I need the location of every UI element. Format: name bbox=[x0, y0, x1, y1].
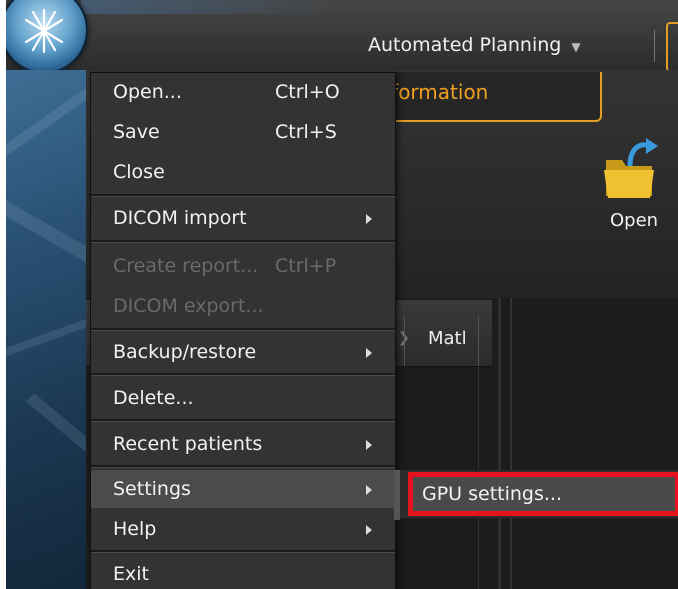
submenu-arrow-icon bbox=[366, 440, 372, 450]
menu-item-save[interactable]: Save Ctrl+S bbox=[91, 113, 395, 151]
open-folder-icon bbox=[604, 138, 658, 198]
menu-item-label: Save bbox=[113, 121, 160, 143]
app-logo-icon bbox=[24, 8, 64, 54]
submenu-arrow-icon bbox=[366, 214, 372, 224]
menu-item-dicom-import[interactable]: DICOM import bbox=[91, 199, 395, 237]
menu-item-label: Recent patients bbox=[113, 433, 263, 455]
application-menu: Open... Ctrl+O Save Ctrl+S Close DICOM i… bbox=[90, 72, 396, 589]
menu-item-label: Help bbox=[113, 518, 157, 540]
menu-item-recent-patients[interactable]: Recent patients bbox=[91, 425, 395, 463]
preview-panel bbox=[510, 298, 678, 589]
menu-item-backup-restore[interactable]: Backup/restore bbox=[91, 333, 395, 371]
menu-item-shortcut: Ctrl+S bbox=[275, 121, 337, 143]
menu-item-shortcut: Ctrl+P bbox=[275, 255, 337, 277]
menu-item-close[interactable]: Close bbox=[91, 153, 395, 191]
menu-item-label: Backup/restore bbox=[113, 341, 257, 363]
menu-separator bbox=[91, 328, 395, 331]
settings-submenu: GPU settings... bbox=[400, 470, 678, 518]
menu-item-open[interactable]: Open... Ctrl+O bbox=[91, 73, 395, 111]
menu-item-gpu-settings[interactable]: GPU settings... bbox=[408, 476, 676, 512]
workflow-dropdown[interactable]: Automated Planning ▼ bbox=[368, 30, 581, 60]
column-divider[interactable] bbox=[404, 316, 405, 366]
menu-item-label: Settings bbox=[113, 478, 191, 500]
menu-item-label: Close bbox=[113, 161, 165, 183]
next-tab-edge[interactable] bbox=[666, 22, 678, 72]
menu-separator bbox=[91, 194, 395, 197]
menu-item-create-report: Create report... Ctrl+P bbox=[91, 247, 395, 285]
menu-item-settings[interactable]: Settings bbox=[91, 470, 395, 508]
menu-item-dicom-export: DICOM export... bbox=[91, 287, 395, 325]
menu-item-label: Exit bbox=[113, 563, 149, 585]
chevron-down-icon: ▼ bbox=[571, 40, 581, 54]
menu-separator bbox=[91, 550, 395, 553]
menu-item-label: Delete... bbox=[113, 387, 194, 409]
menu-item-help[interactable]: Help bbox=[91, 510, 395, 548]
menu-item-label: Open... bbox=[113, 81, 182, 103]
menu-separator bbox=[91, 373, 395, 376]
submenu-arrow-icon bbox=[366, 485, 372, 495]
menu-item-label: DICOM export... bbox=[113, 295, 264, 317]
menu-item-shortcut: Ctrl+O bbox=[275, 81, 340, 103]
menu-item-label: GPU settings... bbox=[422, 483, 563, 505]
column-divider[interactable] bbox=[478, 316, 479, 366]
title-bar: Automated Planning ▼ bbox=[6, 0, 678, 74]
workflow-label: Automated Planning bbox=[368, 34, 562, 56]
menu-separator bbox=[91, 240, 395, 243]
application-window: Automated Planning ▼ tient Information Op… bbox=[6, 0, 678, 589]
menu-item-delete[interactable]: Delete... bbox=[91, 379, 395, 417]
application-menu-button[interactable] bbox=[6, 0, 88, 74]
submenu-arrow-icon bbox=[366, 525, 372, 535]
menu-separator bbox=[91, 465, 395, 468]
side-panel bbox=[6, 70, 86, 589]
column-header-matl[interactable]: Matl bbox=[428, 328, 467, 349]
menu-separator bbox=[91, 419, 395, 422]
submenu-arrow-icon bbox=[366, 348, 372, 358]
toolbar-divider bbox=[654, 30, 655, 62]
open-button-label: Open bbox=[610, 210, 659, 231]
open-button[interactable]: Open bbox=[594, 136, 678, 236]
menu-item-exit[interactable]: Exit bbox=[91, 555, 395, 589]
menu-item-label: DICOM import bbox=[113, 207, 247, 229]
menu-item-label: Create report... bbox=[113, 255, 259, 277]
